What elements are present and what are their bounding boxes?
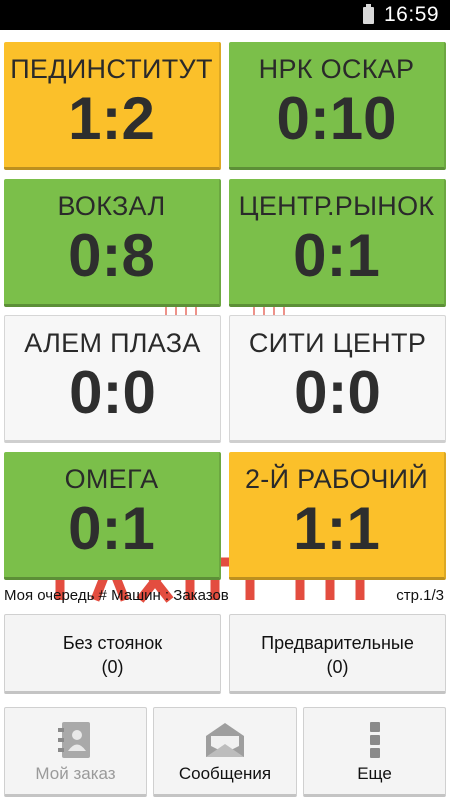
more-button[interactable]: Еще: [303, 707, 446, 797]
battery-icon: [363, 4, 374, 24]
button-count: (0): [326, 657, 349, 677]
tile-omega[interactable]: ОМЕГА 0:1: [4, 452, 221, 580]
tile-tsentr-rynok[interactable]: ЦЕНТР.РЫНОК 0:1: [229, 179, 446, 307]
button-label: Предварительные: [261, 633, 414, 653]
no-parking-button[interactable]: Без стоянок (0): [4, 614, 221, 694]
my-order-button[interactable]: Мой заказ: [4, 707, 147, 797]
tile-score: 1:1: [293, 495, 380, 562]
tile-score: 0:10: [276, 85, 397, 152]
tile-2-rabochiy[interactable]: 2-Й РАБОЧИЙ 1:1: [229, 452, 446, 580]
page-indicator: стр.1/3: [396, 587, 444, 604]
status-bar: 16:59: [0, 0, 450, 30]
envelope-icon: [206, 723, 244, 757]
tile-score: 0:1: [293, 222, 380, 289]
contact-book-icon: [57, 722, 90, 758]
tile-score: 1:2: [68, 85, 155, 152]
more-vertical-icon: [369, 722, 380, 758]
tile-siti-tsentr[interactable]: СИТИ ЦЕНТР 0:0: [229, 315, 446, 443]
tile-name: ЦЕНТР.РЫНОК: [238, 191, 435, 221]
button-label: Мой заказ: [35, 764, 116, 783]
status-clock: 16:59: [384, 3, 440, 26]
queue-status-text: Моя очередь # Машин : Заказов: [4, 587, 229, 604]
tile-name: ВОКЗАЛ: [57, 191, 166, 221]
tile-score: 0:1: [68, 495, 155, 562]
tile-score: 0:8: [68, 222, 155, 289]
tile-name: ПЕДИНСТИТУТ: [10, 54, 213, 84]
button-count: (0): [101, 657, 124, 677]
tile-score: 0:0: [69, 359, 156, 426]
tile-name: СИТИ ЦЕНТР: [248, 328, 427, 358]
tile-vokzal[interactable]: ВОКЗАЛ 0:8: [4, 179, 221, 307]
button-label: Сообщения: [178, 764, 272, 783]
button-label: Еще: [357, 764, 392, 783]
preorders-button[interactable]: Предварительные (0): [229, 614, 446, 694]
tile-nrk-oskar[interactable]: НРК ОСКАР 0:10: [229, 42, 446, 170]
tile-pedinstitut[interactable]: ПЕДИНСТИТУТ 1:2: [4, 42, 221, 170]
tile-name: НРК ОСКАР: [258, 54, 415, 84]
button-label: Без стоянок: [62, 633, 163, 653]
tile-score: 0:0: [294, 359, 381, 426]
messages-button[interactable]: Сообщения: [153, 707, 297, 797]
tile-name: АЛЕМ ПЛАЗА: [24, 328, 201, 358]
tile-name: 2-Й РАБОЧИЙ: [244, 464, 429, 494]
tile-alem-plaza[interactable]: АЛЕМ ПЛАЗА 0:0: [4, 315, 221, 443]
tile-name: ОМЕГА: [64, 464, 159, 494]
